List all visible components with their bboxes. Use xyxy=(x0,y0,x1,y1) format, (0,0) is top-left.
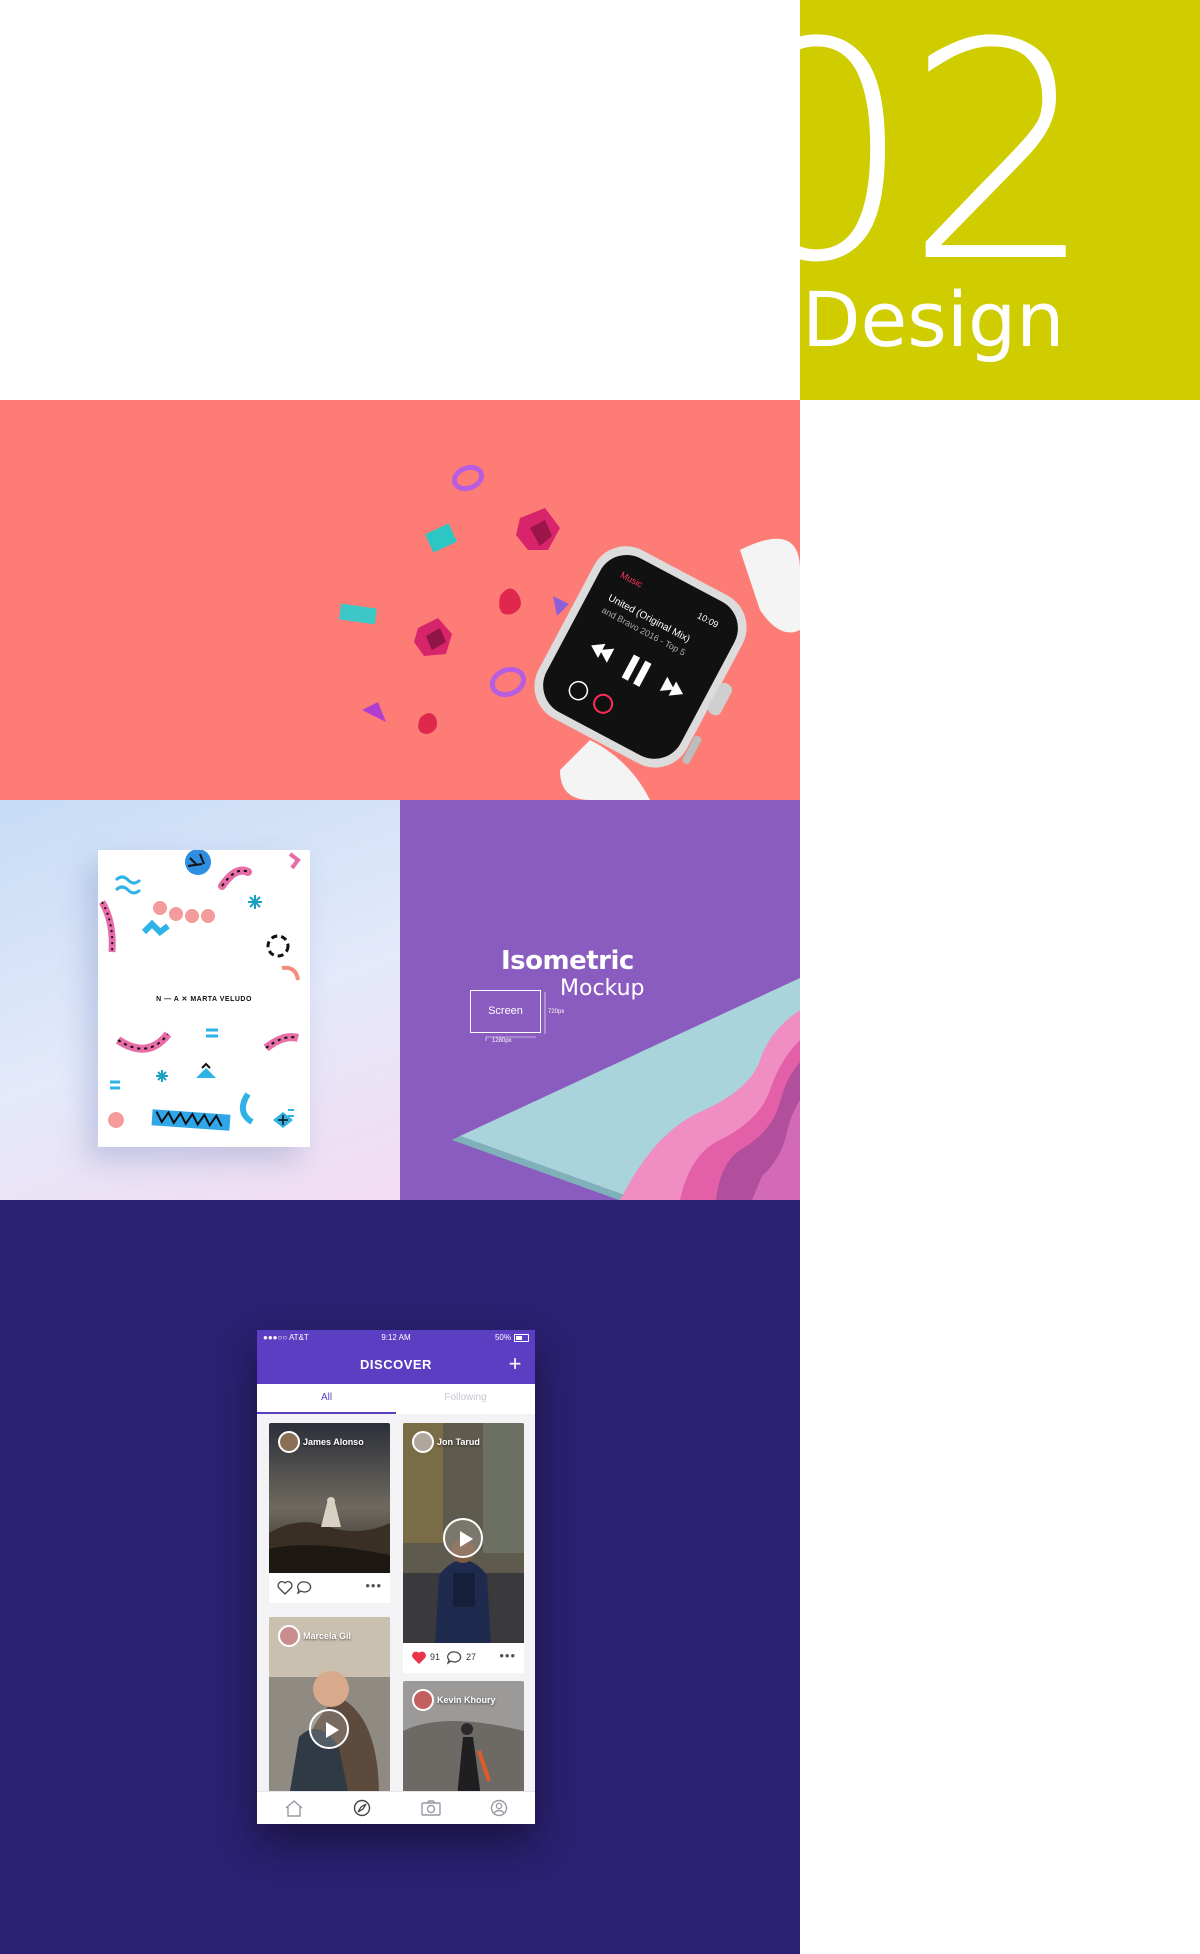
tab-following[interactable]: Following xyxy=(396,1384,535,1414)
section-header: 02 Design xyxy=(800,0,1200,400)
heart-icon[interactable] xyxy=(277,1580,293,1595)
watch-showcase-panel[interactable]: Music 10:09 United (Original Mix) and Br… xyxy=(0,400,800,800)
plus-icon[interactable]: + xyxy=(503,1352,527,1376)
like-count: 91 xyxy=(430,1652,441,1662)
width-dimension-label: 1280px xyxy=(492,1038,512,1044)
author-name[interactable]: Jon Tarud xyxy=(437,1437,480,1447)
poster-card: N — A ✕ MARTA VELUDO xyxy=(98,850,310,1147)
comment-icon[interactable] xyxy=(447,1650,463,1665)
more-icon[interactable]: ••• xyxy=(365,1578,382,1593)
screen-label: Screen xyxy=(488,1005,523,1017)
isometric-mockup-panel[interactable]: Isometric Mockup Screen 720px 1280px xyxy=(400,800,800,1200)
avatar[interactable] xyxy=(412,1431,434,1453)
heart-icon[interactable] xyxy=(411,1650,427,1665)
play-icon[interactable] xyxy=(309,1709,349,1749)
avatar[interactable] xyxy=(412,1689,434,1711)
watch-illustration: Music 10:09 United (Original Mix) and Br… xyxy=(339,464,800,800)
height-dimension-label: 720px xyxy=(548,1009,565,1015)
comment-count: 27 xyxy=(466,1652,477,1662)
page-title: DISCOVER xyxy=(360,1357,432,1372)
isometric-subtitle: Mockup xyxy=(560,976,645,1001)
app-mockup-panel: ●●●○○ AT&T 9:12 AM 50% DISCOVER + All Fo… xyxy=(0,1200,800,1954)
status-bar: ●●●○○ AT&T 9:12 AM 50% xyxy=(257,1330,535,1346)
section-number: 02 xyxy=(800,0,1096,328)
avatar[interactable] xyxy=(278,1431,300,1453)
play-icon[interactable] xyxy=(443,1518,483,1558)
tab-bar xyxy=(257,1791,535,1824)
feed-card[interactable]: James Alonso ••• xyxy=(269,1423,390,1603)
screen-frame: Screen xyxy=(470,990,541,1033)
card-actions: ••• xyxy=(269,1573,390,1603)
tab-all[interactable]: All xyxy=(257,1384,396,1414)
isometric-title: Isometric xyxy=(501,946,634,976)
camera-icon[interactable] xyxy=(421,1799,441,1817)
section-title: Design xyxy=(802,275,1065,364)
compass-icon[interactable] xyxy=(353,1799,371,1817)
feed-card[interactable]: Marcela Gil xyxy=(269,1617,390,1797)
nav-bar: DISCOVER + xyxy=(257,1346,535,1384)
author-name[interactable]: Marcela Gil xyxy=(303,1631,351,1641)
battery-icon xyxy=(514,1334,529,1342)
avatar[interactable] xyxy=(278,1625,300,1647)
status-time: 9:12 AM xyxy=(381,1333,411,1342)
phone-screen: ●●●○○ AT&T 9:12 AM 50% DISCOVER + All Fo… xyxy=(257,1330,535,1824)
battery-percent: 50% xyxy=(494,1333,511,1342)
feed-card[interactable]: Kevin Khoury xyxy=(403,1681,524,1797)
poster-credit: N — A ✕ MARTA VELUDO xyxy=(156,996,252,1003)
more-icon[interactable]: ••• xyxy=(499,1648,516,1663)
feed-tabs: All Following xyxy=(257,1384,535,1414)
feed-card[interactable]: Jon Tarud 91 27 ••• xyxy=(403,1423,524,1673)
profile-icon[interactable] xyxy=(490,1799,508,1817)
home-icon[interactable] xyxy=(284,1799,304,1817)
author-name[interactable]: James Alonso xyxy=(303,1437,364,1447)
poster-showcase-panel[interactable]: N — A ✕ MARTA VELUDO xyxy=(0,800,400,1200)
card-actions: 91 27 ••• xyxy=(403,1643,524,1673)
comment-icon[interactable] xyxy=(297,1580,313,1595)
author-name[interactable]: Kevin Khoury xyxy=(437,1695,496,1705)
